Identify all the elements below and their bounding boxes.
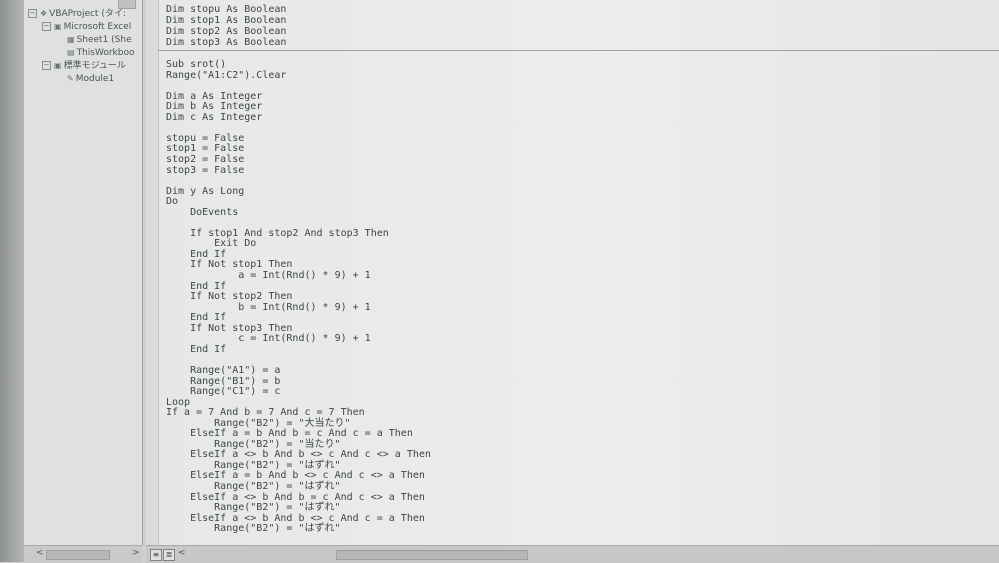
code-line[interactable]: Dim b As Integer (166, 101, 262, 112)
scroll-thumb[interactable] (46, 550, 110, 560)
code-line[interactable]: End If (190, 281, 226, 292)
code-line[interactable]: Exit Do (214, 238, 256, 249)
screen-bezel (0, 0, 24, 562)
tree-item[interactable]: ▦ Sheet1 (She (56, 34, 132, 46)
declaration-separator (158, 50, 999, 51)
code-line[interactable]: Range("B2") = "はずれ" (214, 481, 340, 492)
workbook-icon: ▤ (67, 48, 75, 57)
editor-margin-indicator-bar (146, 0, 159, 545)
editor-bottom-bar: ≡ ≣ < (146, 545, 999, 563)
tree-item[interactable]: − ▣ Microsoft Excel (42, 21, 131, 33)
code-line[interactable]: DoEvents (190, 207, 238, 218)
code-line[interactable]: stop3 = False (166, 165, 244, 176)
scroll-left-arrow-icon[interactable]: < (36, 548, 44, 558)
declaration-line[interactable]: Dim stop2 As Boolean (166, 26, 286, 37)
code-line[interactable]: Dim y As Long (166, 186, 244, 197)
module-icon: ✎ (67, 74, 74, 83)
module-view-icon[interactable]: ≣ (163, 549, 175, 561)
code-line[interactable]: stop2 = False (166, 154, 244, 165)
code-line[interactable]: ElseIf a = b And b <> c And c <> a Then (190, 470, 425, 481)
folder-icon: ▣ (54, 61, 62, 70)
scroll-right-arrow-icon[interactable]: > (132, 548, 140, 558)
tree-expander-icon[interactable]: − (28, 9, 37, 18)
tree-item-label: Microsoft Excel (63, 22, 132, 32)
project-explorer[interactable]: − ❖ VBAProject (タイ: − ▣ Microsoft Excel ▦ Sheet… (24, 0, 143, 545)
code-line[interactable]: Range("B1") = b (190, 376, 280, 387)
folder-icon: ▣ (54, 22, 62, 31)
code-line[interactable]: stop1 = False (166, 143, 244, 154)
code-line[interactable]: Loop (166, 397, 190, 408)
code-line[interactable]: Do (166, 196, 178, 207)
code-line[interactable]: Dim a As Integer (166, 91, 262, 102)
code-line[interactable]: If Not stop3 Then (190, 323, 292, 334)
code-line[interactable]: Range("A1:C2").Clear (166, 70, 286, 81)
tree-item-label: VBAProject (タイ: (49, 9, 126, 19)
code-line[interactable]: c = Int(Rnd() * 9) + 1 (238, 333, 370, 344)
code-line[interactable]: Sub srot() (166, 59, 226, 70)
project-explorer-hscroll[interactable]: < > (24, 545, 142, 563)
declaration-line[interactable]: Dim stopu As Boolean (166, 4, 286, 15)
code-line[interactable]: End If (190, 344, 226, 355)
tree-expander-icon[interactable]: − (42, 61, 51, 70)
tree-item-label: Module1 (75, 74, 115, 84)
code-line[interactable]: Range("B2") = "はずれ" (214, 523, 340, 534)
code-line[interactable]: Range("A1") = a (190, 365, 280, 376)
tree-item[interactable]: ▤ ThisWorkboo (56, 47, 134, 59)
code-line[interactable]: If stop1 And stop2 And stop3 Then (190, 228, 389, 239)
tree-item[interactable]: − ❖ VBAProject (タイ: (28, 8, 126, 20)
code-line[interactable]: b = Int(Rnd() * 9) + 1 (238, 302, 370, 313)
code-line[interactable]: stopu = False (166, 133, 244, 144)
code-line[interactable]: End If (190, 249, 226, 260)
code-line[interactable]: If Not stop1 Then (190, 259, 292, 270)
tree-item[interactable]: ✎ Module1 (56, 73, 114, 85)
tree-item-label: ThisWorkboo (76, 48, 135, 58)
sheet-icon: ▦ (67, 35, 75, 44)
code-line[interactable]: ElseIf a <> b And b = c And c <> a Then (190, 492, 425, 503)
code-line[interactable]: Dim c As Integer (166, 112, 262, 123)
hscroll-left-arrow-icon[interactable]: < (178, 548, 186, 558)
tree-item-label: Sheet1 (She (76, 35, 132, 45)
editor-hscroll-thumb[interactable] (336, 550, 528, 560)
tree-item-label: 標準モジュール (63, 61, 126, 71)
code-line[interactable]: Range("B2") = "当たり" (214, 439, 340, 450)
tree-item[interactable]: − ▣ 標準モジュール (42, 60, 126, 72)
code-line[interactable]: ElseIf a <> b And b <> c And c = a Then (190, 513, 425, 524)
pane-scroll-up-button[interactable] (118, 0, 136, 9)
code-line[interactable]: ElseIf a = b And b = c And c = a Then (190, 428, 413, 439)
vba-project-icon: ❖ (40, 9, 48, 18)
code-line[interactable]: End If (190, 312, 226, 323)
code-line[interactable]: If a = 7 And b = 7 And c = 7 Then (166, 407, 365, 418)
code-line[interactable]: Range("B2") = "大当たり" (214, 418, 350, 429)
declaration-line[interactable]: Dim stop3 As Boolean (166, 37, 286, 48)
code-line[interactable]: If Not stop2 Then (190, 291, 292, 302)
code-line[interactable]: Range("B2") = "はずれ" (214, 502, 340, 513)
code-line[interactable]: Range("B2") = "はずれ" (214, 460, 340, 471)
code-line[interactable]: ElseIf a <> b And b <> c And c <> a Then (190, 449, 431, 460)
code-line[interactable]: a = Int(Rnd() * 9) + 1 (238, 270, 370, 281)
code-line[interactable]: Range("C1") = c (190, 386, 280, 397)
procedure-view-icon[interactable]: ≡ (150, 549, 162, 561)
declaration-line[interactable]: Dim stop1 As Boolean (166, 15, 286, 26)
tree-expander-icon[interactable]: − (42, 22, 51, 31)
